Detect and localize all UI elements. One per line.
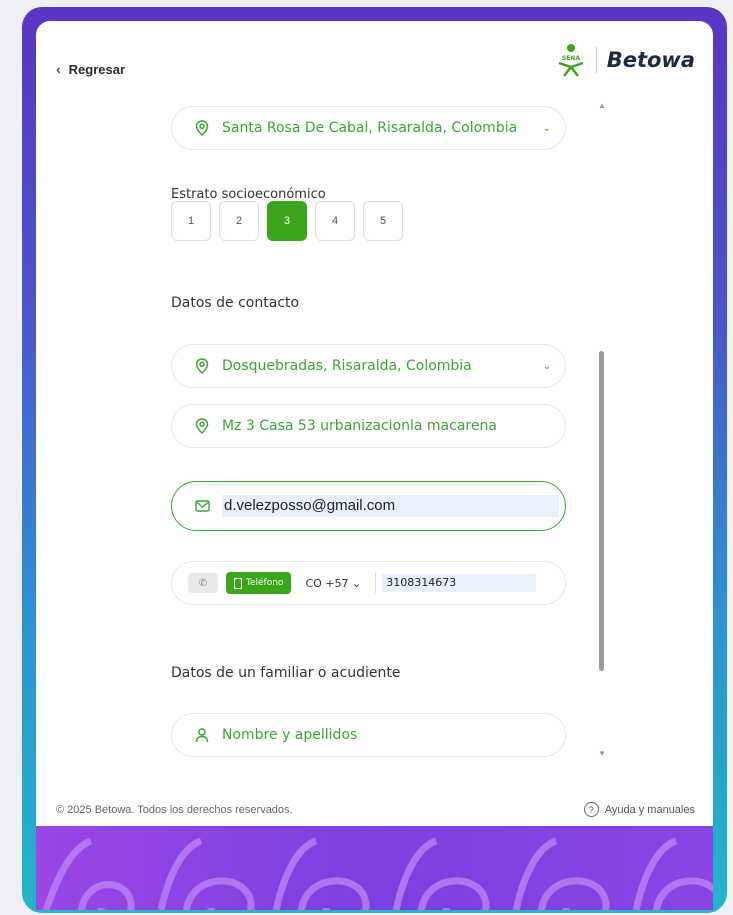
scrollbar-thumb[interactable]: [599, 351, 604, 671]
spiral-pattern: [42, 837, 713, 910]
phone-divider: [375, 573, 377, 593]
decorative-band: [36, 826, 713, 910]
svg-text:SENA: SENA: [562, 55, 580, 62]
user-icon: [194, 727, 210, 743]
scrollbar[interactable]: ▲ ▼: [598, 101, 608, 761]
residence-value: Dosquebradas, Risaralda, Colombia: [222, 358, 472, 374]
residence-select[interactable]: Dosquebradas, Risaralda, Colombia ⌄: [171, 344, 566, 388]
phone-number-input[interactable]: 3108314673: [382, 574, 537, 592]
birthplace-value: Santa Rosa De Cabal, Risaralda, Colombia: [222, 120, 518, 136]
app-frame: ‹ Regresar SENA Betowa Santa Rosa De Cab…: [22, 7, 727, 913]
chevron-down-icon: ⌄: [542, 360, 551, 372]
birthplace-select[interactable]: Santa Rosa De Cabal, Risaralda, Colombia…: [171, 106, 566, 150]
form-card: ‹ Regresar SENA Betowa Santa Rosa De Cab…: [36, 21, 713, 826]
strata-option-5[interactable]: 5: [363, 201, 403, 241]
mobile-icon: [234, 577, 242, 589]
scroll-down-arrow-icon[interactable]: ▼: [598, 749, 606, 758]
strata-selector: 1 2 3 4 5: [171, 201, 403, 241]
back-label: Regresar: [68, 61, 126, 77]
strata-option-1[interactable]: 1: [171, 201, 211, 241]
country-code-value: CO +57: [305, 576, 349, 590]
brand-name: Betowa: [606, 48, 695, 72]
mail-icon: [194, 498, 210, 514]
help-label: Ayuda y manuales: [604, 803, 695, 816]
location-pin-icon: [194, 418, 210, 434]
phone-type-button[interactable]: Teléfono: [226, 572, 292, 594]
sena-logo-icon: SENA: [558, 44, 584, 77]
location-pin-icon: [194, 358, 210, 374]
brand-logo: SENA Betowa: [556, 43, 695, 77]
form-scroll-area[interactable]: Santa Rosa De Cabal, Risaralda, Colombia…: [166, 91, 596, 781]
scroll-up-arrow-icon[interactable]: ▲: [598, 101, 606, 110]
strata-label: Estrato socioeconómico: [171, 187, 326, 202]
strata-option-4[interactable]: 4: [315, 201, 355, 241]
relative-name-field[interactable]: Nombre y apellidos: [171, 713, 566, 757]
contact-section-title: Datos de contacto: [171, 295, 300, 311]
back-button[interactable]: ‹ Regresar: [56, 61, 125, 77]
relative-section-title: Datos de un familiar o acudiente: [171, 665, 401, 681]
strata-option-3[interactable]: 3: [267, 201, 307, 241]
phone-handset-icon: ✆: [198, 577, 208, 589]
question-circle-icon: ?: [583, 802, 599, 817]
email-value: d.velezposso@gmail.com: [222, 495, 559, 517]
country-code-select[interactable]: CO +57 ⌄: [305, 577, 361, 590]
relative-name-placeholder: Nombre y apellidos: [222, 727, 358, 743]
address-value: Mz 3 Casa 53 urbanizacionla macarena: [222, 418, 497, 434]
help-link[interactable]: ? Ayuda y manuales: [583, 802, 695, 817]
address-field[interactable]: Mz 3 Casa 53 urbanizacionla macarena: [171, 404, 566, 448]
chevron-down-icon: ⌄: [542, 122, 551, 134]
chevron-down-icon: ⌄: [352, 576, 362, 590]
phone-type-label: Teléfono: [246, 578, 284, 588]
logo-divider: [595, 47, 597, 73]
location-pin-icon: [194, 120, 210, 136]
call-type-button[interactable]: ✆: [188, 573, 218, 593]
phone-field[interactable]: ✆ Teléfono CO +57 ⌄ 3108314673: [171, 561, 566, 605]
copyright-text: © 2025 Betowa. Todos los derechos reserv…: [56, 804, 293, 816]
chevron-left-icon: ‹: [56, 61, 61, 77]
strata-option-2[interactable]: 2: [219, 201, 259, 241]
email-field[interactable]: d.velezposso@gmail.com: [171, 481, 566, 531]
